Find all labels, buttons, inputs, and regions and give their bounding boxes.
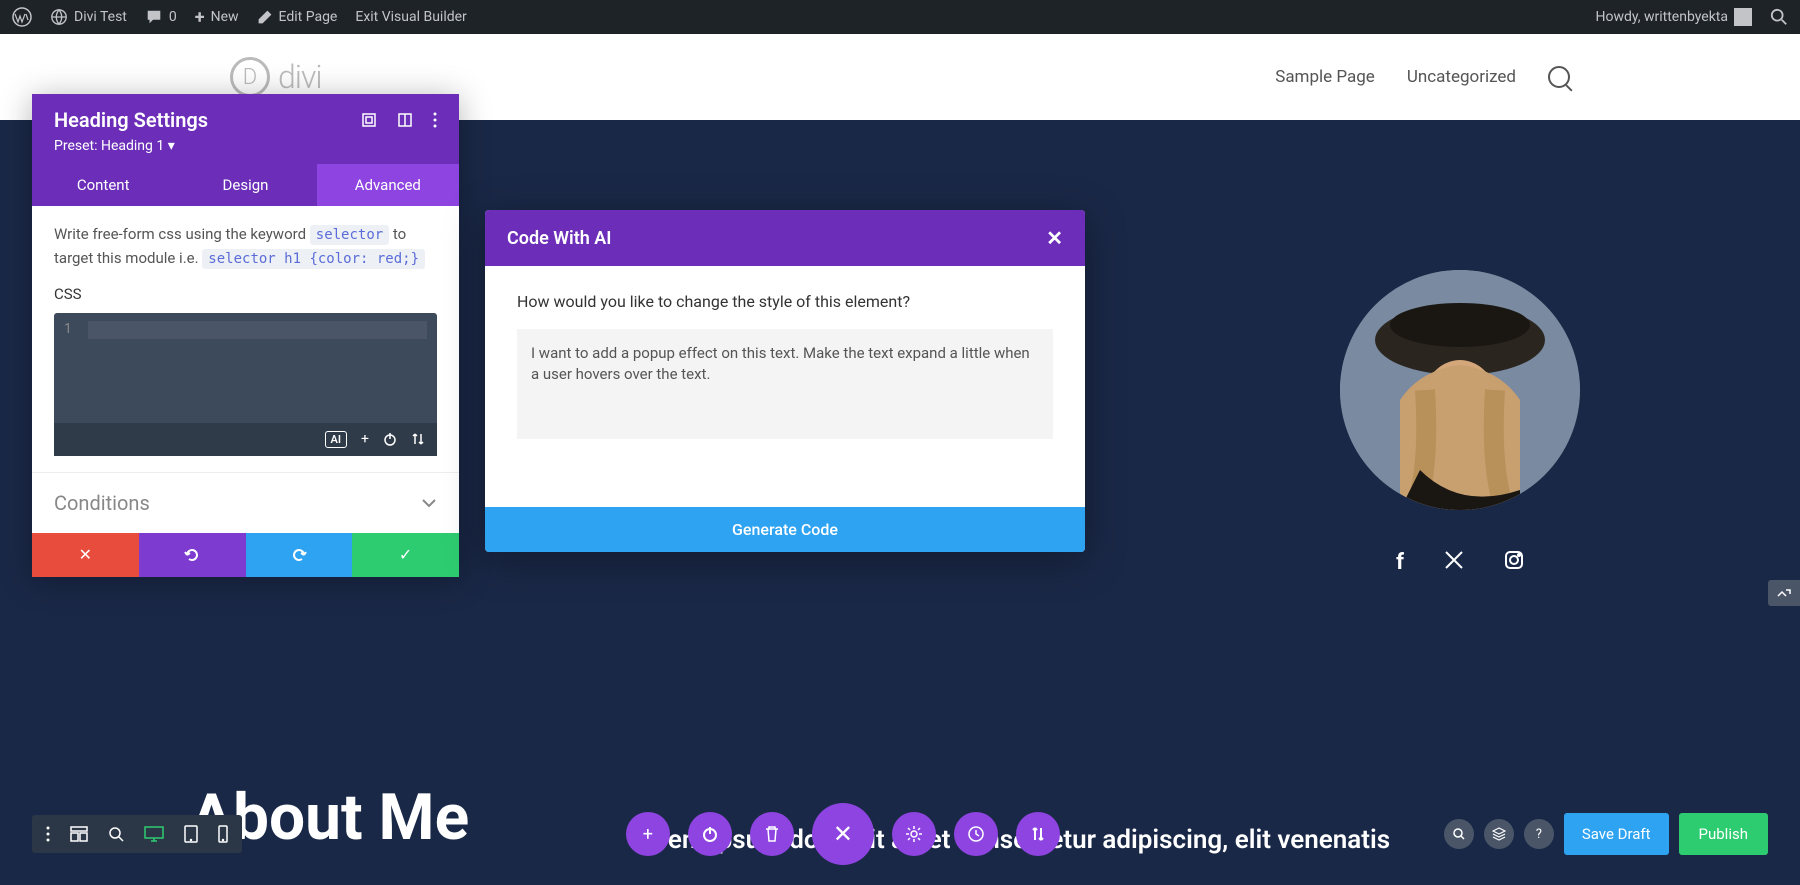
edit-page-link[interactable]: Edit Page [257, 9, 338, 25]
chevron-down-icon [421, 498, 437, 508]
wp-logo[interactable] [12, 7, 32, 27]
close-builder-button[interactable]: ✕ [812, 803, 874, 865]
save-draft-button[interactable]: Save Draft [1564, 813, 1669, 855]
avatar-icon [1734, 8, 1752, 26]
phone-icon[interactable] [218, 825, 228, 843]
help-icon[interactable]: ? [1524, 819, 1554, 849]
new-link[interactable]: +New [195, 7, 239, 28]
ai-modal: Code With AI ✕ How would you like to cha… [485, 210, 1085, 552]
mini-search-icon[interactable] [1444, 819, 1474, 849]
add-section-button[interactable]: + [626, 812, 670, 856]
tablet-icon[interactable] [184, 825, 198, 843]
ai-modal-title: Code With AI [507, 228, 611, 249]
builder-bar: + ✕ ? Save Draft Publish [32, 803, 1768, 865]
zoom-icon[interactable] [108, 825, 124, 843]
layers-icon[interactable] [1484, 819, 1514, 849]
howdy-link[interactable]: Howdy, writtenbyekta [1595, 8, 1752, 26]
confirm-button[interactable]: ✓ [352, 533, 459, 577]
ai-button[interactable]: AI [325, 431, 348, 448]
close-icon[interactable]: ✕ [1046, 226, 1063, 250]
settings-button[interactable] [892, 812, 936, 856]
facebook-icon[interactable]: f [1396, 550, 1404, 575]
nav-uncategorized[interactable]: Uncategorized [1407, 67, 1516, 87]
css-help-text: Write free-form css using the keyword se… [54, 222, 437, 271]
menu-icon[interactable] [46, 825, 50, 843]
ai-prompt-input[interactable] [517, 329, 1053, 439]
trash-button[interactable] [750, 812, 794, 856]
preset-dropdown[interactable]: Preset: Heading 1 ▾ [54, 138, 437, 154]
columns-icon[interactable] [397, 112, 413, 128]
publish-button[interactable]: Publish [1679, 813, 1768, 855]
dev-panel-tab[interactable] [1768, 580, 1800, 606]
wp-search-icon[interactable] [1770, 8, 1788, 26]
redo-button[interactable] [246, 533, 353, 577]
css-editor[interactable]: 1 AI + [54, 313, 437, 456]
nav-sample-page[interactable]: Sample Page [1275, 67, 1375, 87]
site-search-icon[interactable] [1548, 66, 1570, 88]
social-icons: f [1340, 550, 1580, 575]
view-controls [32, 815, 242, 853]
order-button[interactable] [1016, 812, 1060, 856]
css-label: CSS [54, 285, 437, 303]
site-name-link[interactable]: Divi Test [50, 8, 127, 26]
desktop-icon[interactable] [144, 825, 164, 843]
history-button[interactable] [954, 812, 998, 856]
tab-content[interactable]: Content [32, 164, 174, 206]
more-icon[interactable] [433, 112, 437, 128]
instagram-icon[interactable] [1504, 550, 1524, 575]
wireframe-icon[interactable] [70, 825, 88, 843]
expand-icon[interactable] [361, 112, 377, 128]
tab-advanced[interactable]: Advanced [317, 164, 459, 206]
generate-code-button[interactable]: Generate Code [485, 507, 1085, 552]
chevron-down-icon: ▾ [168, 138, 175, 154]
conditions-section[interactable]: Conditions [32, 472, 459, 533]
settings-panel: Heading Settings Preset: Heading 1 ▾ Con… [32, 94, 459, 577]
x-icon[interactable] [1444, 550, 1464, 575]
divi-logo[interactable]: D divi [230, 57, 322, 97]
tab-design[interactable]: Design [174, 164, 316, 206]
profile-image [1340, 270, 1580, 510]
add-icon[interactable]: + [361, 431, 369, 447]
panel-title: Heading Settings [54, 108, 208, 132]
ai-question: How would you like to change the style o… [517, 292, 1053, 311]
wp-admin-bar: Divi Test 0 +New Edit Page Exit Visual B… [0, 0, 1800, 34]
line-number: 1 [64, 321, 84, 415]
sort-icon[interactable] [411, 432, 425, 446]
exit-vb-link[interactable]: Exit Visual Builder [355, 9, 466, 25]
power-icon[interactable] [383, 432, 397, 446]
comments-link[interactable]: 0 [145, 8, 177, 26]
power-button[interactable] [688, 812, 732, 856]
cancel-button[interactable]: ✕ [32, 533, 139, 577]
undo-button[interactable] [139, 533, 246, 577]
